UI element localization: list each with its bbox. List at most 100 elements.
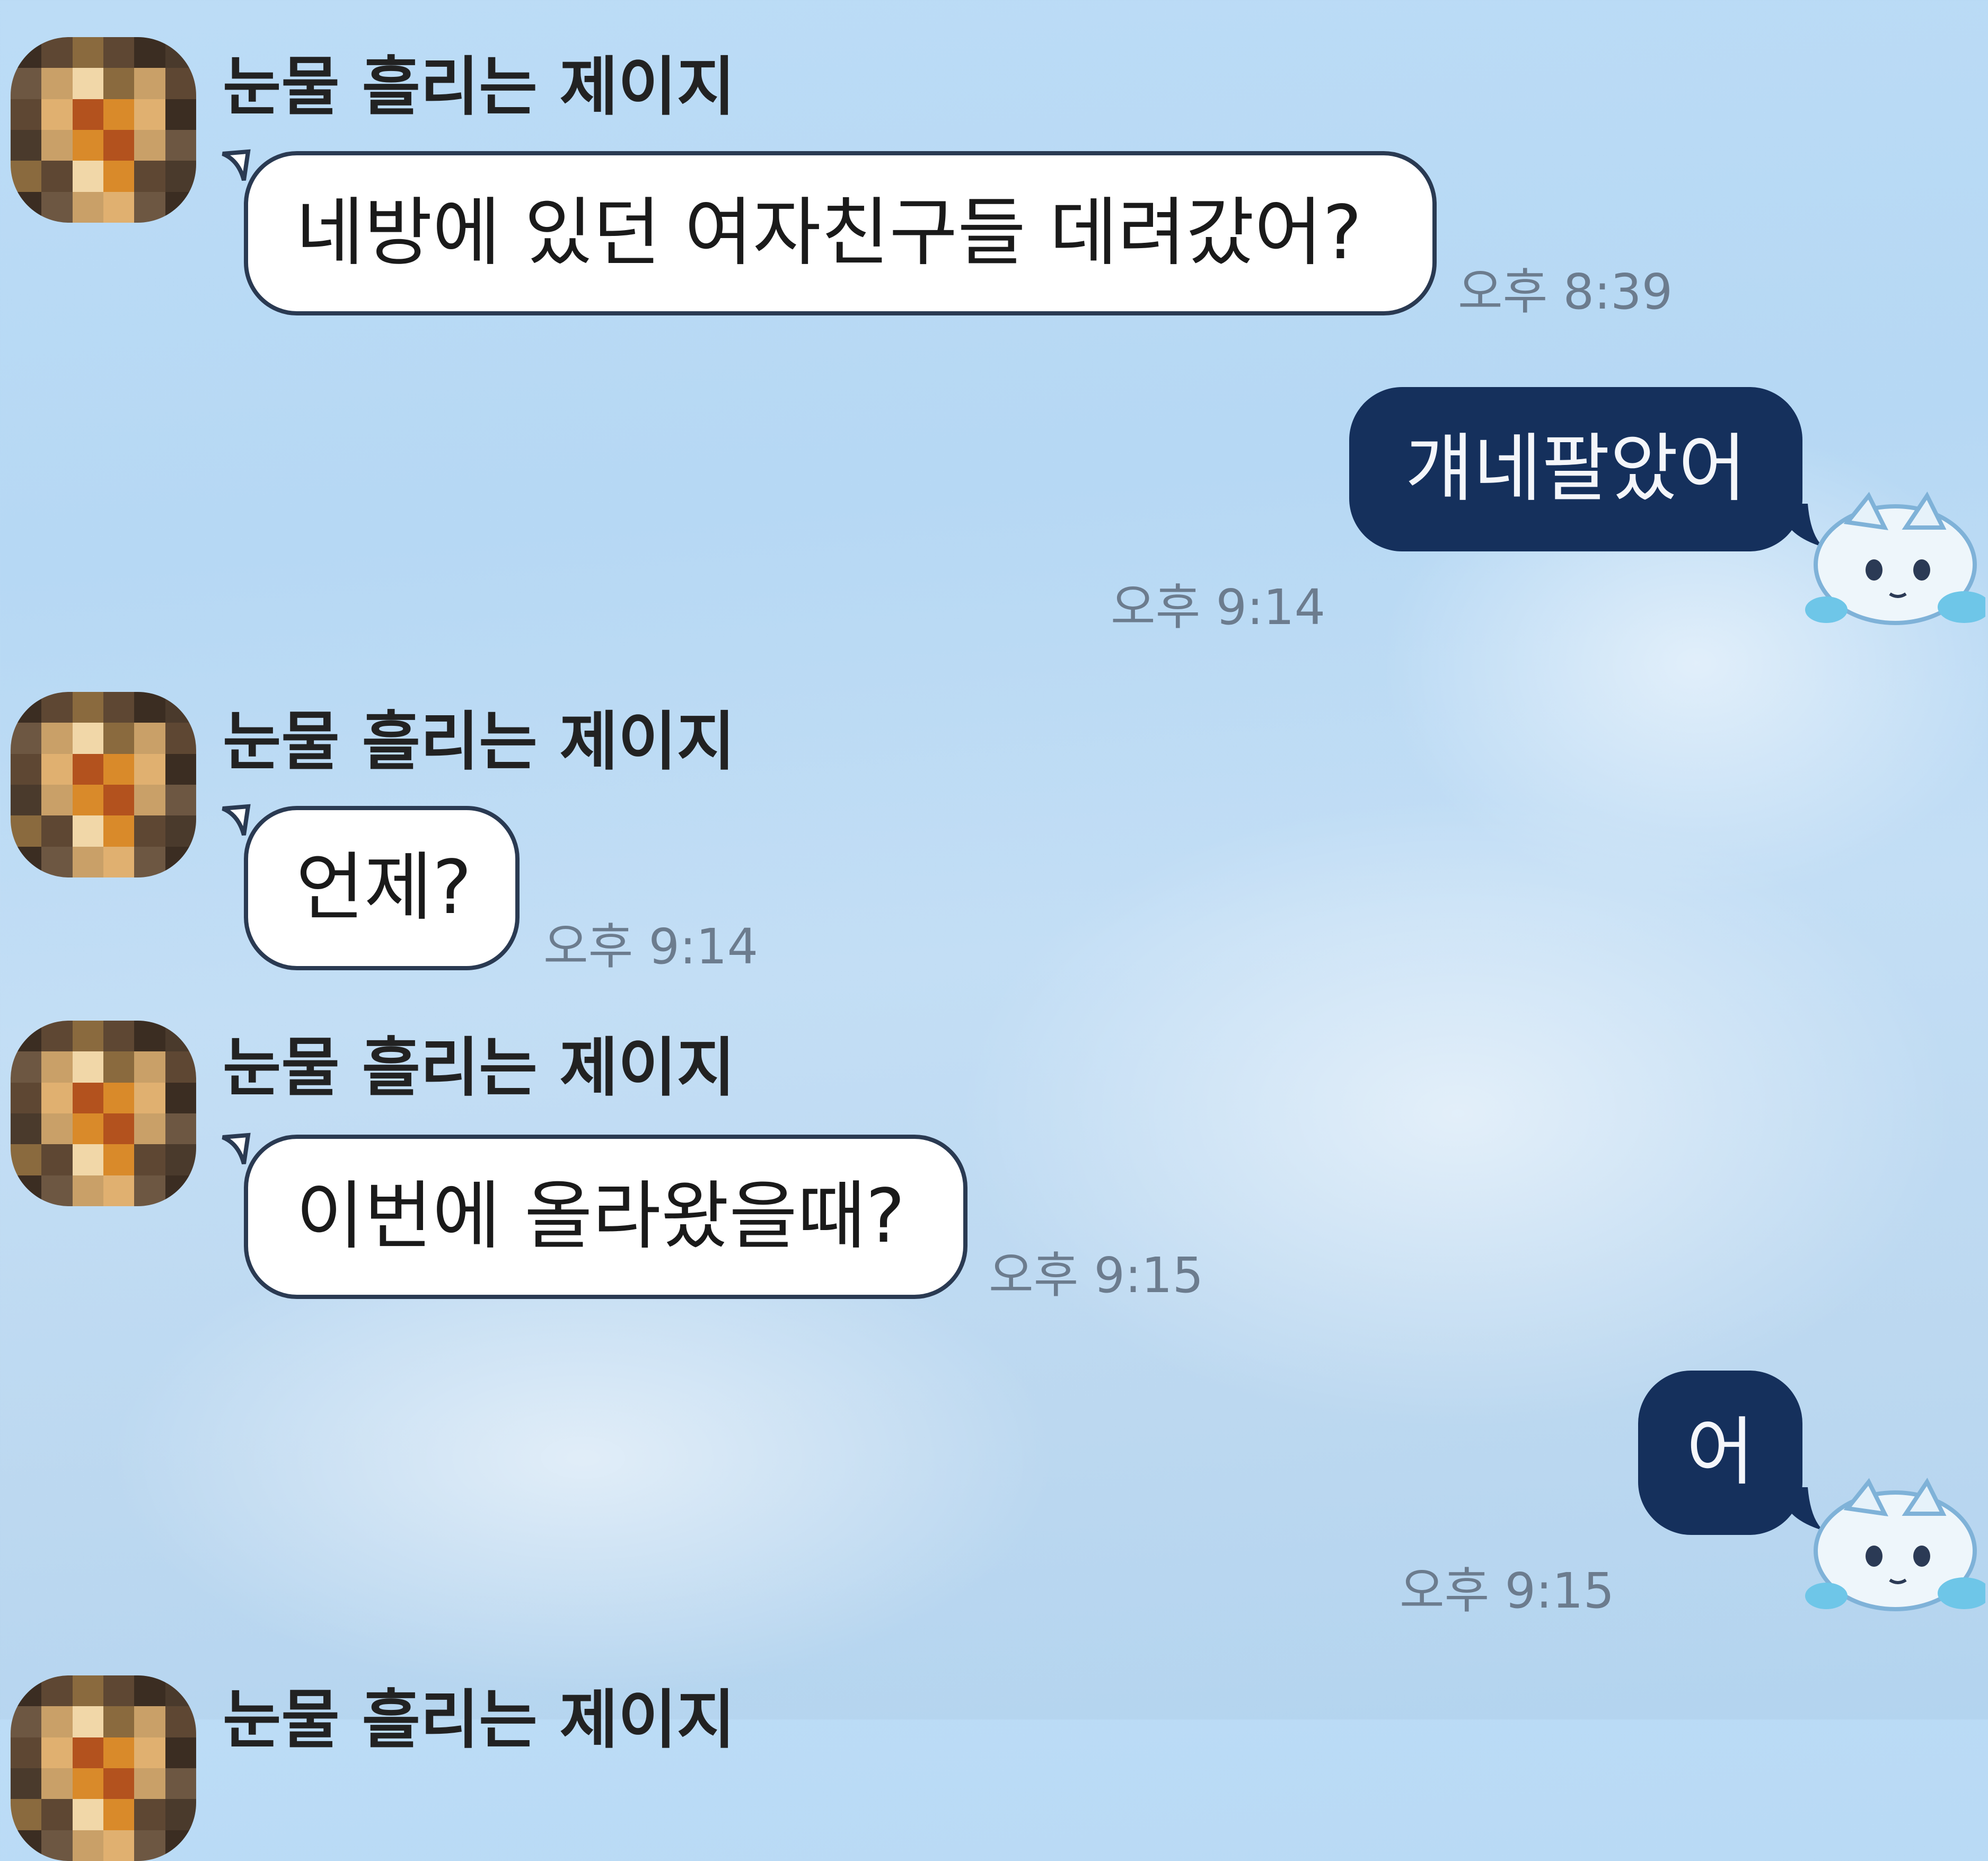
message-timestamp: 오후 9:15 [1400, 1562, 1615, 1619]
avatar-pixel [103, 1675, 135, 1707]
contact-avatar[interactable] [11, 692, 196, 877]
contact-avatar[interactable] [11, 1675, 196, 1861]
avatar-pixel [41, 99, 73, 130]
avatar-pixel [41, 129, 73, 161]
avatar-pixel [41, 161, 73, 192]
avatar-pixel [11, 1830, 42, 1861]
avatar-pixel [72, 1113, 103, 1145]
avatar-pixel [41, 1737, 73, 1768]
avatar-pixel [103, 1768, 135, 1799]
avatar-pixel [72, 1830, 103, 1861]
contact-avatar[interactable] [11, 1021, 196, 1206]
contact-avatar[interactable] [11, 37, 196, 223]
own-sticker-icon [1805, 1478, 1985, 1611]
avatar-pixel [134, 68, 165, 99]
avatar-pixel [165, 1175, 196, 1206]
avatar-pixel [165, 1830, 196, 1861]
avatar-pixel [72, 1706, 103, 1737]
avatar-pixel [134, 1768, 165, 1799]
avatar-pixel [103, 1799, 135, 1830]
avatar-pixel [134, 1144, 165, 1175]
avatar-pixel [165, 37, 196, 68]
avatar-pixel [165, 161, 196, 192]
avatar-pixel [134, 99, 165, 130]
message-timestamp: 오후 9:14 [543, 918, 759, 975]
avatar-pixel [72, 1175, 103, 1206]
message-timestamp: 오후 8:39 [1458, 264, 1673, 320]
avatar-pixel [165, 846, 196, 877]
avatar-pixel [41, 1706, 73, 1737]
avatar-pixel [103, 191, 135, 223]
avatar-pixel [165, 784, 196, 816]
avatar-pixel [11, 815, 42, 847]
avatar-pixel [165, 1021, 196, 1052]
avatar-pixel [41, 37, 73, 68]
avatar-pixel [72, 1051, 103, 1083]
avatar-pixel [72, 191, 103, 223]
avatar-pixel [11, 191, 42, 223]
avatar-pixel [103, 1175, 135, 1206]
avatar-pixel [103, 1706, 135, 1737]
sender-name: 눈물 흘리는 제이지 [223, 1031, 735, 1105]
message-timestamp: 오후 9:14 [1111, 579, 1326, 636]
avatar-pixel [11, 68, 42, 99]
avatar-pixel [103, 815, 135, 847]
avatar-pixel [72, 784, 103, 816]
avatar-pixel [134, 784, 165, 816]
avatar-pixel [134, 1706, 165, 1737]
avatar-pixel [134, 1830, 165, 1861]
avatar-pixel [11, 1675, 42, 1707]
avatar-pixel [134, 753, 165, 785]
avatar-pixel [72, 1799, 103, 1830]
avatar-pixel [41, 692, 73, 723]
avatar-pixel [134, 1675, 165, 1707]
avatar-pixel [41, 784, 73, 816]
avatar-pixel [41, 1113, 73, 1145]
avatar-pixel [72, 1675, 103, 1707]
avatar-pixel [103, 1021, 135, 1052]
avatar-pixel [11, 37, 42, 68]
avatar-pixel [165, 1082, 196, 1113]
message-text: 어 [1686, 1409, 1755, 1496]
avatar-pixel [41, 1175, 73, 1206]
outgoing-message-bubble[interactable]: 어 [1638, 1371, 1802, 1535]
avatar-pixel [165, 1144, 196, 1175]
avatar-pixel [165, 99, 196, 130]
avatar-pixel [103, 753, 135, 785]
outgoing-message-bubble[interactable]: 걔네팔았어 [1349, 387, 1802, 551]
avatar-pixel [41, 1051, 73, 1083]
avatar-pixel [11, 1021, 42, 1052]
avatar-pixel [72, 1021, 103, 1052]
avatar-pixel [11, 1082, 42, 1113]
avatar-pixel [134, 129, 165, 161]
avatar-pixel [134, 37, 165, 68]
sender-name: 눈물 흘리는 제이지 [223, 705, 735, 779]
message-text: 언제? [296, 845, 472, 931]
avatar-pixel [11, 1113, 42, 1145]
avatar-pixel [41, 846, 73, 877]
avatar-pixel [72, 129, 103, 161]
avatar-pixel [165, 723, 196, 754]
avatar-pixel [41, 1799, 73, 1830]
incoming-message-bubble[interactable]: 이번에 올라왔을때? [244, 1135, 967, 1299]
avatar-pixel [103, 1737, 135, 1768]
avatar-pixel [11, 723, 42, 754]
avatar-pixel [72, 753, 103, 785]
avatar-pixel [11, 1737, 42, 1768]
sender-name: 눈물 흘리는 제이지 [223, 1683, 735, 1757]
avatar-pixel [103, 1082, 135, 1113]
avatar-pixel [134, 1113, 165, 1145]
incoming-message-bubble[interactable]: 네방에 있던 여자친구들 데려갔어? [244, 151, 1437, 315]
avatar-pixel [134, 723, 165, 754]
own-sticker-icon [1805, 491, 1985, 625]
avatar-pixel [103, 1830, 135, 1861]
avatar-pixel [11, 1051, 42, 1083]
sender-name: 눈물 흘리는 제이지 [223, 50, 735, 124]
avatar-pixel [41, 1675, 73, 1707]
avatar-pixel [72, 1144, 103, 1175]
avatar-pixel [41, 1082, 73, 1113]
avatar-pixel [134, 1799, 165, 1830]
avatar-pixel [165, 1799, 196, 1830]
avatar-pixel [165, 692, 196, 723]
incoming-message-bubble[interactable]: 언제? [244, 806, 520, 970]
